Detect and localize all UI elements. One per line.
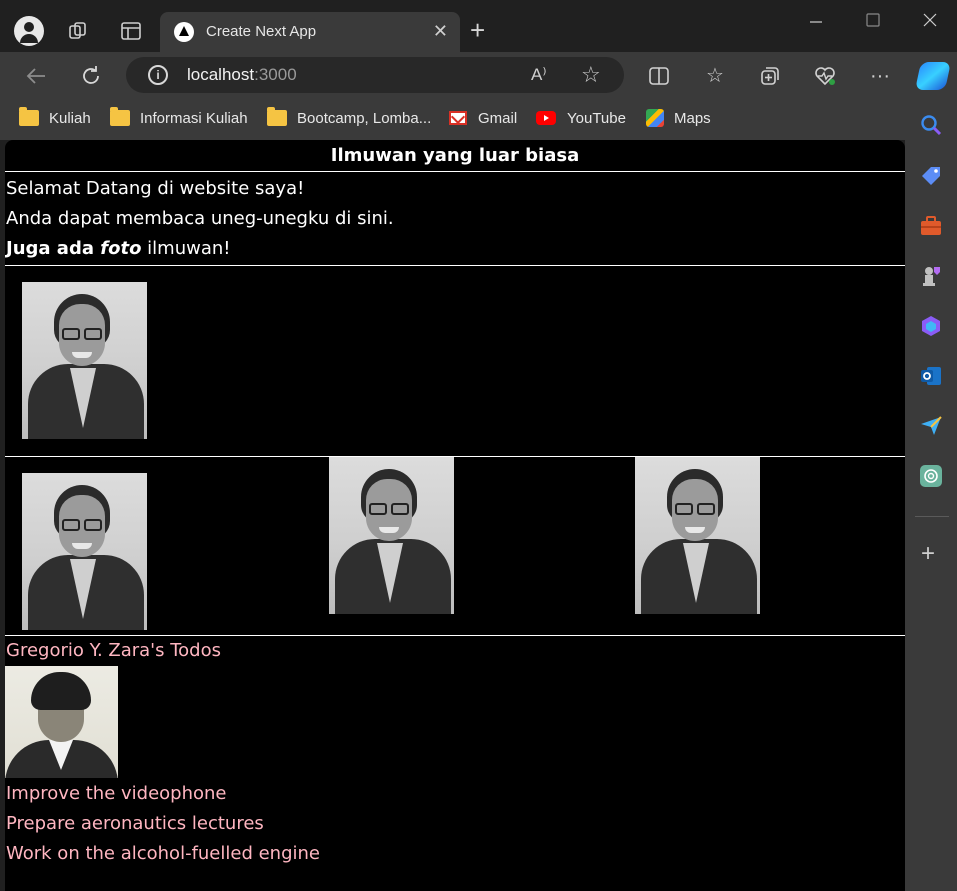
intro-line-photos: Juga ada foto ilmuwan! xyxy=(6,238,231,259)
minimize-icon[interactable] xyxy=(808,14,824,30)
address-bar[interactable]: i localhost:3000 A⁾ ☆ xyxy=(126,57,624,93)
copilot-icon[interactable] xyxy=(915,62,951,90)
bookmark-kuliah[interactable]: Kuliah xyxy=(19,107,91,129)
more-options-icon[interactable]: ··· xyxy=(868,64,892,88)
url-text[interactable]: localhost:3000 xyxy=(187,65,297,85)
close-tab-icon[interactable]: ✕ xyxy=(433,21,448,41)
back-arrow-icon[interactable] xyxy=(24,64,48,88)
folder-icon xyxy=(19,107,39,126)
read-aloud-icon[interactable]: A⁾ xyxy=(531,65,547,85)
favorite-star-icon[interactable]: ☆ xyxy=(581,62,601,88)
todo-list: Improve the videophone Prepare aeronauti… xyxy=(5,778,905,869)
bookmark-bootcamp-lomba[interactable]: Bootcamp, Lomba... xyxy=(267,107,431,129)
bookmark-informasi-kuliah[interactable]: Informasi Kuliah xyxy=(110,107,248,129)
profile-avatar-icon[interactable] xyxy=(14,16,44,46)
intro-line-welcome: Selamat Datang di website saya! xyxy=(6,178,305,199)
close-window-icon[interactable] xyxy=(922,12,938,28)
intro-text: Selamat Datang di website saya! Anda dap… xyxy=(5,172,905,264)
drop-send-icon[interactable] xyxy=(919,414,943,438)
photo-gallery xyxy=(5,457,905,635)
folder-icon xyxy=(110,107,130,126)
folder-icon xyxy=(267,107,287,126)
new-tab-button[interactable]: + xyxy=(470,17,485,43)
page-title: Ilmuwan yang luar biasa xyxy=(5,140,905,172)
nextjs-favicon-icon xyxy=(174,22,194,42)
maps-icon xyxy=(646,109,664,127)
bookmark-youtube[interactable]: YouTube xyxy=(536,109,626,129)
youtube-icon xyxy=(536,111,556,125)
bookmarks-bar: Kuliah Informasi Kuliah Bootcamp, Lomba.… xyxy=(0,98,905,140)
tab-create-next-app[interactable]: Create Next App ✕ xyxy=(160,12,460,52)
add-sidebar-app-icon[interactable]: + xyxy=(921,542,935,566)
todos-heading: Gregorio Y. Zara's Todos xyxy=(6,640,221,661)
collections-icon[interactable] xyxy=(758,64,782,88)
maximize-icon[interactable] xyxy=(865,12,881,28)
todo-item: Prepare aeronautics lectures xyxy=(6,813,264,834)
vertical-tabs-icon[interactable] xyxy=(120,20,142,42)
page-viewport: Ilmuwan yang luar biasa Selamat Datang d… xyxy=(5,140,905,891)
favorites-icon[interactable]: ☆ xyxy=(703,64,727,88)
gregorio-zara-portrait xyxy=(5,666,118,778)
browser-window: Create Next App ✕ + i localhost:3000 A⁾ … xyxy=(0,0,957,891)
tab-bar: Create Next App ✕ + xyxy=(0,0,957,52)
gmail-icon xyxy=(449,111,467,125)
outlook-icon[interactable] xyxy=(919,364,943,388)
intro-line-read: Anda dapat membaca uneg-unegku di sini. xyxy=(6,208,394,229)
site-info-icon[interactable]: i xyxy=(148,65,168,85)
bookmark-gmail[interactable]: Gmail xyxy=(449,109,517,129)
tools-briefcase-icon[interactable] xyxy=(919,214,943,238)
todo-item: Improve the videophone xyxy=(6,783,227,804)
edge-sidebar: + xyxy=(905,98,957,891)
todo-item: Work on the alcohol-fuelled engine xyxy=(6,843,320,864)
games-chess-icon[interactable] xyxy=(919,264,943,288)
bookmark-maps[interactable]: Maps xyxy=(646,109,711,129)
shopping-tag-icon[interactable] xyxy=(919,164,943,188)
profile-gallery xyxy=(5,266,905,456)
search-icon[interactable] xyxy=(919,113,943,137)
scientist-photo xyxy=(329,457,454,614)
browser-essentials-icon[interactable] xyxy=(813,64,837,88)
sidebar-divider xyxy=(915,516,949,517)
scientist-photo xyxy=(22,473,147,630)
scientist-photo xyxy=(22,282,147,439)
chatgpt-icon[interactable] xyxy=(919,464,943,488)
navigation-toolbar: i localhost:3000 A⁾ ☆ ☆ ··· xyxy=(0,52,957,98)
workspaces-icon[interactable] xyxy=(67,20,89,42)
refresh-icon[interactable] xyxy=(79,64,103,88)
split-screen-icon[interactable] xyxy=(647,64,671,88)
scientist-photo xyxy=(635,457,760,614)
microsoft-365-icon[interactable] xyxy=(919,314,943,338)
tab-title: Create Next App xyxy=(206,23,317,40)
